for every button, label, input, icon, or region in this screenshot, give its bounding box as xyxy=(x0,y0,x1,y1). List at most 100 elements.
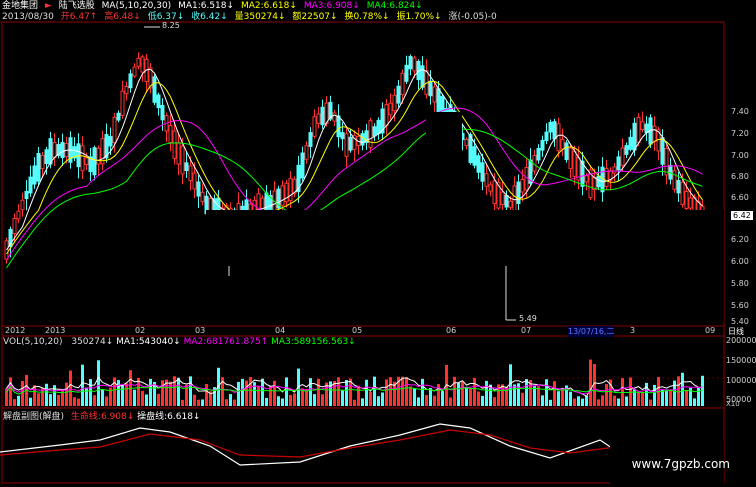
price-tick-label: 6.60 xyxy=(731,193,749,202)
candle-body xyxy=(40,154,45,170)
volume-bar xyxy=(405,377,408,406)
volume-bar xyxy=(429,388,432,406)
volume-bar xyxy=(193,394,196,406)
volume-bar xyxy=(381,392,384,406)
candle-body xyxy=(152,76,157,103)
candle-body xyxy=(552,121,557,140)
sub-white-line xyxy=(0,423,616,466)
volume-bar xyxy=(417,397,420,406)
candle-body xyxy=(92,147,97,176)
candle-body xyxy=(312,116,317,137)
volume-bar xyxy=(385,379,388,406)
volume-bar xyxy=(589,359,592,406)
candle-body xyxy=(80,145,85,172)
time-tick-label: 2013 xyxy=(45,326,66,335)
candle-body xyxy=(300,152,305,179)
candle-body xyxy=(16,210,21,220)
candle-body xyxy=(624,145,629,155)
candle-body xyxy=(196,181,201,197)
candle-body xyxy=(544,131,549,141)
candle-body xyxy=(372,126,377,137)
sub-title[interactable]: 解盘副图(解盘) xyxy=(3,412,64,422)
volume-bar xyxy=(389,377,392,406)
volume-bar xyxy=(149,378,152,406)
volume-bar xyxy=(269,386,272,406)
candle-body xyxy=(644,123,649,134)
volume-bar xyxy=(457,382,460,406)
volume-bar xyxy=(173,376,176,406)
volume-bar xyxy=(265,397,268,406)
candle-body xyxy=(160,105,165,121)
volume-bar xyxy=(61,389,64,406)
volume-bar xyxy=(441,391,444,406)
volume-bar xyxy=(37,393,40,406)
volume-bar xyxy=(681,372,684,406)
candle-body xyxy=(476,155,481,173)
low-price-label: 5.49 xyxy=(519,314,537,323)
volume-panel-header: VOL(5,10,20) 350274↓ MA1:543040↓ MA2:681… xyxy=(3,337,356,347)
price-tick-label: 6.80 xyxy=(731,172,749,181)
volume-bar xyxy=(81,364,84,406)
candle-body xyxy=(628,136,633,150)
candle-body xyxy=(288,177,293,202)
volume-bar xyxy=(561,389,564,406)
volume-bar xyxy=(17,395,20,406)
candle-body xyxy=(392,94,397,112)
candle-body xyxy=(20,199,25,211)
volume-bar xyxy=(13,399,16,406)
candle-body xyxy=(660,137,665,165)
candle-body xyxy=(192,172,197,190)
volume-bar xyxy=(281,398,284,406)
volume-bar xyxy=(637,391,640,406)
volume-bar xyxy=(601,395,604,406)
candle-body xyxy=(116,112,121,121)
volume-bar xyxy=(473,377,476,406)
candle-body xyxy=(396,85,401,104)
volume-bar xyxy=(89,379,92,406)
candle-body xyxy=(480,162,485,182)
candle-body xyxy=(120,90,125,116)
candle-body xyxy=(24,190,29,200)
candle-body xyxy=(368,120,373,148)
volume-bar xyxy=(649,399,652,406)
volume-bar xyxy=(309,378,312,406)
volume-bar xyxy=(369,391,372,406)
volume-bar xyxy=(141,390,144,406)
volume-bar xyxy=(161,380,164,406)
volume-bar xyxy=(377,396,380,406)
volume-bar xyxy=(97,360,100,406)
volume-bar xyxy=(117,380,120,406)
volume-bar xyxy=(481,395,484,406)
candle-body xyxy=(488,184,493,192)
volume-bar xyxy=(225,399,228,406)
volume-bar xyxy=(485,380,488,406)
price-tick-label: 7.40 xyxy=(731,107,749,116)
candle-body xyxy=(280,185,285,206)
volume-bar xyxy=(45,383,48,406)
volume-bar xyxy=(293,393,296,406)
volume-bar xyxy=(493,397,496,406)
vol-value: 350274↓ xyxy=(71,337,114,347)
candle-body xyxy=(548,121,553,133)
vol-ma2: MA2:681761.875↑ xyxy=(183,337,269,347)
price-tick-label: 6.00 xyxy=(731,257,749,266)
volume-bar xyxy=(433,395,436,406)
volume-bar xyxy=(617,398,620,406)
candle-body xyxy=(388,102,393,116)
volume-bar xyxy=(21,381,24,406)
candle-body xyxy=(128,73,133,89)
vol-ma1: MA1:543040↓ xyxy=(116,337,181,347)
sub-panel-header: 解盘副图(解盘) 生命线:6.908↓ 操盘线:6.618↓ xyxy=(3,409,200,422)
candle-body xyxy=(376,119,381,135)
volume-bar xyxy=(241,378,244,406)
volume-bar xyxy=(53,385,56,406)
volume-bar xyxy=(93,395,96,406)
chart-mask-mid xyxy=(426,112,462,220)
candle-body xyxy=(504,195,509,208)
volume-bar xyxy=(181,399,184,406)
candle-body xyxy=(652,125,657,142)
candle-body xyxy=(168,125,173,143)
volume-bar xyxy=(205,383,208,406)
candle-body xyxy=(36,152,41,182)
volume-bar xyxy=(177,377,180,406)
